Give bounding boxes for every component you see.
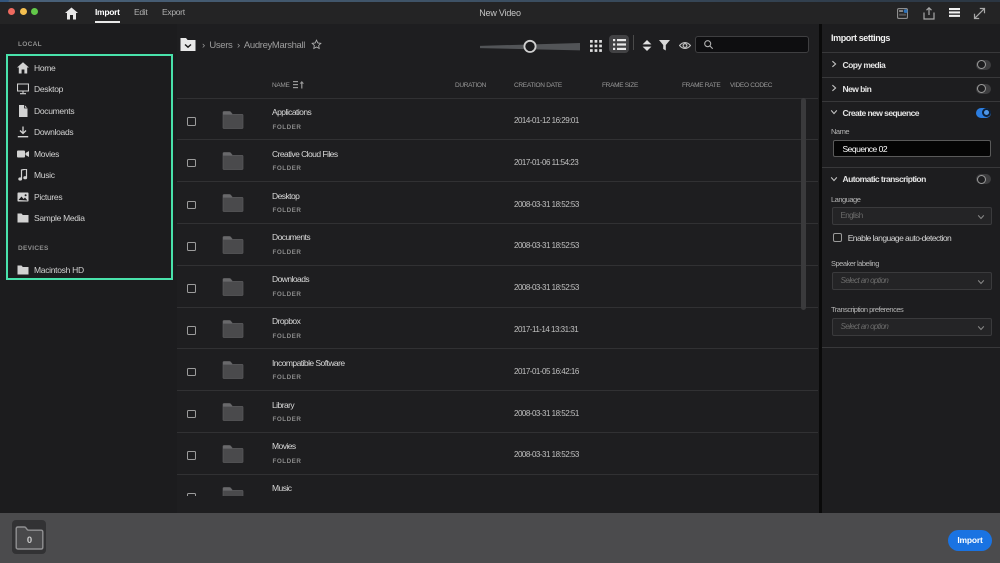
svg-text:0: 0 [26,535,31,546]
